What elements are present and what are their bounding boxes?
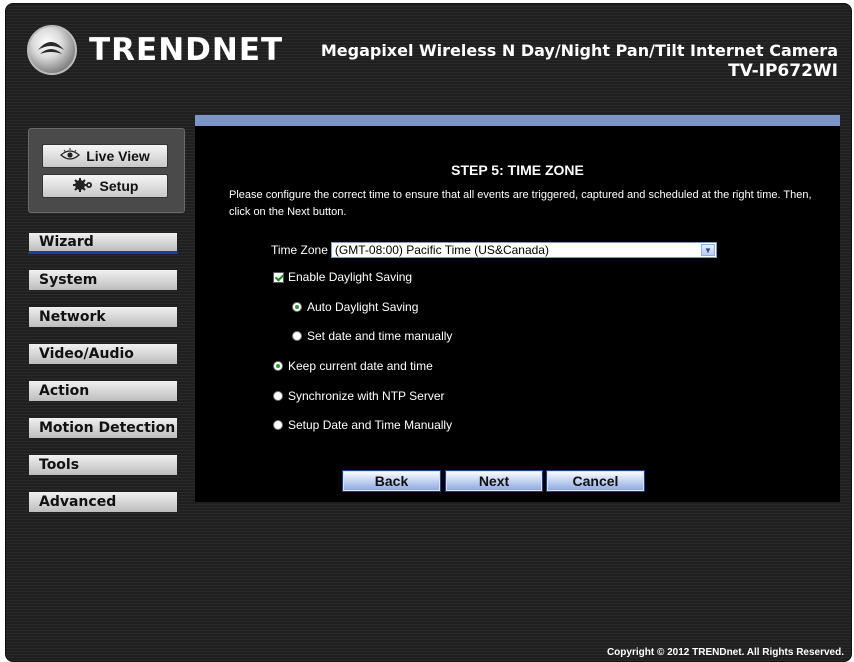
product-title: Megapixel Wireless N Day/Night Pan/Tilt …: [320, 41, 838, 60]
keep-current-radio[interactable]: Keep current date and time: [273, 359, 433, 373]
sync-ntp-radio[interactable]: Synchronize with NTP Server: [273, 389, 445, 403]
timezone-row: Time Zone (GMT-08:00) Pacific Time (US&C…: [271, 242, 717, 258]
copyright-text: Copyright © 2012 TRENDnet. All Rights Re…: [606, 647, 844, 658]
sync-ntp-label: Synchronize with NTP Server: [288, 389, 445, 403]
trendnet-logo-icon: [27, 25, 77, 75]
live-view-button[interactable]: Live View: [42, 144, 168, 168]
auto-daylight-radio[interactable]: Auto Daylight Saving: [292, 300, 418, 314]
gear-icon: [72, 177, 94, 196]
radio-selected-icon[interactable]: [292, 302, 302, 312]
nav-item-tools[interactable]: Tools: [28, 454, 178, 476]
brand-logo: TRENDNET: [27, 25, 283, 75]
timezone-value: (GMT-08:00) Pacific Time (US&Canada): [334, 243, 549, 257]
next-button[interactable]: Next: [445, 470, 543, 492]
radio-selected-icon[interactable]: [273, 361, 283, 371]
eye-icon: [60, 147, 81, 165]
checkbox-checked-icon[interactable]: [273, 271, 284, 283]
chevron-down-icon[interactable]: ▼: [700, 244, 715, 256]
cancel-button[interactable]: Cancel: [546, 470, 645, 492]
keep-current-label: Keep current date and time: [288, 359, 433, 373]
back-button[interactable]: Back: [342, 470, 441, 492]
view-mode-panel: Live View Setup: [28, 128, 185, 213]
setup-label: Setup: [99, 178, 139, 194]
timezone-label: Time Zone: [271, 243, 328, 257]
setup-button[interactable]: Setup: [42, 174, 168, 198]
live-view-label: Live View: [86, 148, 150, 164]
radio-icon[interactable]: [273, 391, 283, 401]
nav-item-action[interactable]: Action: [28, 380, 178, 402]
daylight-saving-label: Enable Daylight Saving: [288, 270, 413, 284]
radio-icon[interactable]: [292, 331, 302, 341]
setup-manual-radio[interactable]: Setup Date and Time Manually: [273, 418, 452, 432]
brand-name: TRENDNET: [89, 32, 284, 68]
timezone-select[interactable]: (GMT-08:00) Pacific Time (US&Canada) ▼: [330, 242, 717, 258]
step-description: Please configure the correct time to ens…: [229, 189, 812, 218]
step-title: STEP 5: TIME ZONE: [451, 162, 584, 178]
nav-item-network[interactable]: Network: [28, 306, 178, 328]
manual-daylight-radio[interactable]: Set date and time manually: [292, 329, 452, 343]
product-header: Megapixel Wireless N Day/Night Pan/Tilt …: [321, 41, 838, 81]
nav-item-video-audio[interactable]: Video/Audio: [28, 343, 178, 365]
manual-daylight-label: Set date and time manually: [307, 329, 453, 343]
auto-daylight-label: Auto Daylight Saving: [307, 300, 419, 314]
radio-icon[interactable]: [273, 420, 283, 430]
wizard-panel: STEP 5: TIME ZONE Please configure the c…: [195, 115, 840, 502]
nav-item-motion-detection[interactable]: Motion Detection: [28, 417, 178, 439]
daylight-saving-checkbox[interactable]: Enable Daylight Saving: [273, 270, 412, 284]
product-model: TV-IP672WI: [728, 61, 838, 81]
nav-item-wizard[interactable]: Wizard: [28, 232, 178, 254]
nav-item-advanced[interactable]: Advanced: [28, 491, 178, 513]
nav-item-system[interactable]: System: [28, 269, 178, 291]
setup-manual-label: Setup Date and Time Manually: [288, 418, 453, 432]
